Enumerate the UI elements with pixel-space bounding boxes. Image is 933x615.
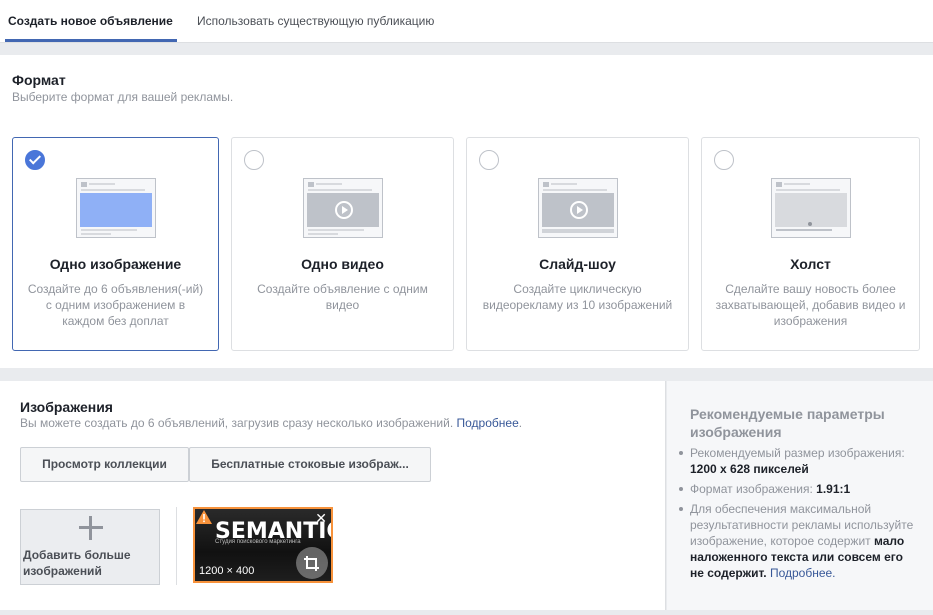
active-tab-indicator	[5, 39, 177, 42]
images-subtitle: Вы можете создать до 6 объявлений, загру…	[20, 416, 523, 430]
uploaded-image-thumbnail[interactable]: SEMANTICA Студия поискового маркетинга ✕…	[193, 507, 333, 583]
card-description: Сделайте вашу новость более захватывающе…	[715, 282, 906, 328]
list-item: Рекомендуемый размер изображения: 1200 x…	[679, 445, 915, 477]
tab-bar: Создать новое объявление Использовать су…	[0, 0, 933, 43]
recommendations-section: Рекомендуемые параметры изображения Реко…	[667, 381, 933, 610]
recommendations-list: Рекомендуемый размер изображения: 1200 x…	[679, 445, 915, 585]
image-dimensions: 1200 × 400	[199, 565, 255, 577]
format-subtitle: Выберите формат для вашей рекламы.	[12, 90, 234, 104]
card-title: Холст	[790, 256, 831, 272]
add-more-images-label: Добавить больше изображений	[23, 548, 131, 578]
tab-use-existing-post[interactable]: Использовать существующую публикацию	[197, 0, 434, 42]
divider	[176, 507, 177, 585]
card-title: Одно изображение	[49, 256, 182, 272]
slideshow-preview-icon	[538, 178, 618, 238]
card-description: Создайте до 6 объявления(-ий) с одним из…	[27, 282, 204, 328]
crop-icon	[304, 556, 319, 571]
list-item: Для обеспечения максимальной результатив…	[679, 502, 914, 580]
thumbnail-tagline: Студия поискового маркетинга	[215, 539, 301, 545]
tab-create-new-ad[interactable]: Создать новое объявление	[8, 0, 173, 42]
canvas-preview-icon	[771, 178, 851, 238]
learn-more-link[interactable]: Подробнее	[457, 416, 519, 430]
card-description: Создайте циклическую видеорекламу из 10 …	[482, 282, 673, 312]
format-title: Формат	[12, 72, 66, 88]
checkmark-icon	[28, 152, 42, 165]
card-title: Слайд-шоу	[539, 256, 616, 272]
images-section: Изображения Вы можете создать до 6 объяв…	[0, 381, 666, 610]
recommendations-title: Рекомендуемые параметры изображения	[690, 406, 885, 440]
format-card-single-image[interactable]: Одно изображение Создайте до 6 объявлени…	[12, 137, 219, 351]
format-card-slideshow[interactable]: Слайд-шоу Создайте циклическую видеорекл…	[466, 137, 689, 351]
play-icon	[570, 201, 588, 219]
radio-single-image[interactable]	[25, 150, 45, 170]
crop-button[interactable]	[296, 547, 328, 579]
card-description: Создайте объявление с одним видео	[257, 282, 428, 312]
format-card-canvas[interactable]: Холст Сделайте вашу новость более захват…	[701, 137, 920, 351]
card-title: Одно видео	[301, 256, 384, 272]
remove-image-icon[interactable]: ✕	[315, 510, 327, 527]
add-more-images-button[interactable]: Добавить больше изображений	[20, 509, 160, 585]
browse-library-button[interactable]: Просмотр коллекции	[20, 447, 189, 482]
format-section: Формат Выберите формат для вашей рекламы…	[0, 55, 933, 368]
single-video-preview-icon	[303, 178, 383, 238]
warning-icon	[196, 510, 212, 524]
images-title: Изображения	[20, 399, 113, 415]
free-stock-images-button[interactable]: Бесплатные стоковые изображ...	[189, 447, 431, 482]
list-item: Формат изображения: 1.91:1	[679, 481, 915, 497]
format-card-single-video[interactable]: Одно видео Создайте объявление с одним в…	[231, 137, 454, 351]
single-image-preview-icon	[76, 178, 156, 238]
radio-slideshow[interactable]	[479, 150, 499, 170]
recommendations-learn-more-link[interactable]: Подробнее.	[770, 566, 836, 580]
play-icon	[335, 201, 353, 219]
radio-canvas[interactable]	[714, 150, 734, 170]
radio-single-video[interactable]	[244, 150, 264, 170]
